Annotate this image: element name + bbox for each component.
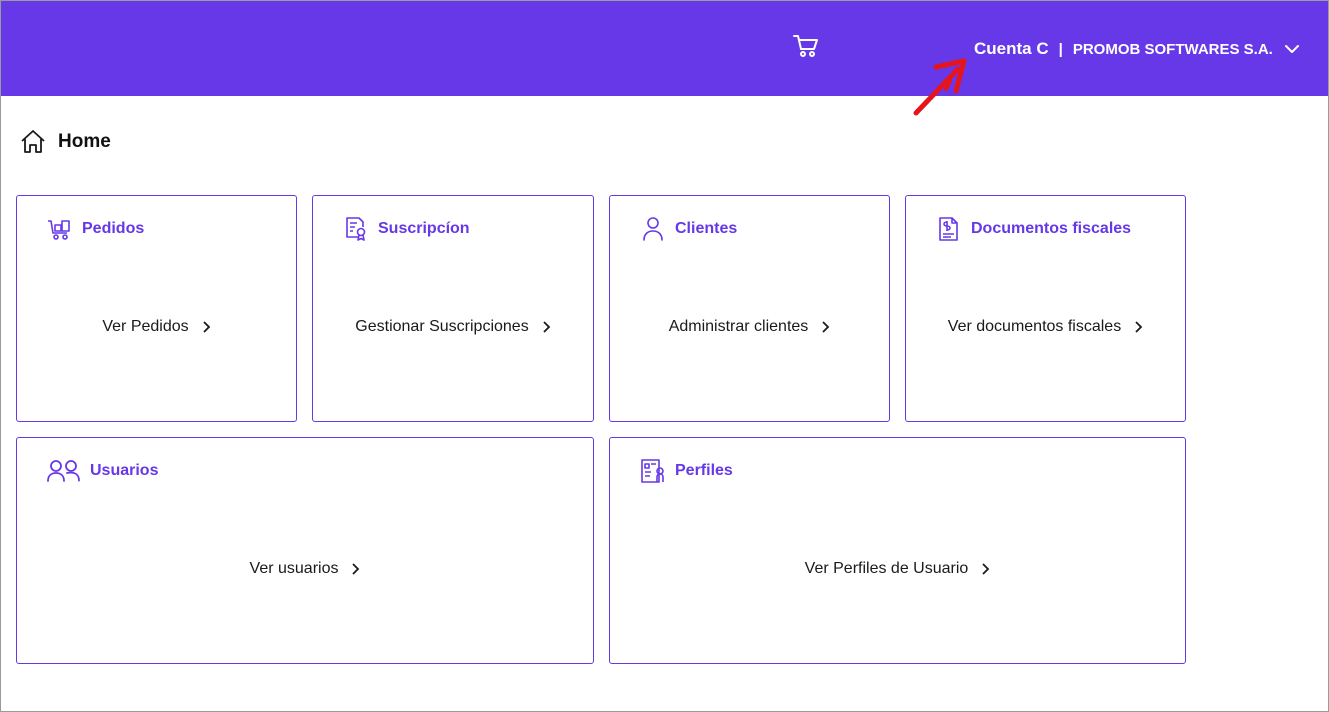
card-suscripcion: Suscripcíon Gestionar Suscripciones	[312, 195, 594, 422]
ver-pedidos-link[interactable]: Ver Pedidos	[17, 318, 296, 336]
chevron-right-icon	[1135, 321, 1143, 333]
chevron-right-icon	[543, 321, 550, 333]
card-title: Pedidos	[82, 220, 145, 237]
card-header: Clientes	[640, 216, 737, 242]
cart-icon[interactable]	[792, 33, 820, 59]
card-title: Usuarios	[90, 462, 159, 479]
page-title: Home	[58, 131, 111, 152]
profile-badge-icon	[641, 459, 664, 483]
card-link-label: Ver documentos fiscales	[947, 318, 1122, 335]
top-bar: Cuenta C | PROMOB SOFTWARES S.A.	[1, 1, 1328, 96]
home-icon[interactable]	[20, 129, 46, 155]
gestionar-suscripciones-link[interactable]: Gestionar Suscripciones	[313, 318, 593, 336]
card-title: Clientes	[675, 220, 738, 237]
card-link-label: Administrar clientes	[668, 318, 809, 335]
invoice-icon	[939, 217, 958, 241]
card-documentos-fiscales: Documentos fiscales Ver documentos fisca…	[905, 195, 1186, 422]
card-title: Suscripcíon	[378, 220, 470, 237]
card-link-label: Ver Perfiles de Usuario	[804, 560, 969, 577]
card-link-label: Ver usuarios	[249, 560, 339, 577]
chevron-right-icon	[982, 563, 990, 575]
account-name: Cuenta C	[974, 39, 1049, 58]
ver-perfiles-link[interactable]: Ver Perfiles de Usuario	[610, 560, 1185, 578]
chevron-right-icon	[822, 321, 830, 333]
red-arrow-annotation	[913, 58, 967, 116]
chevron-down-icon[interactable]	[1284, 44, 1299, 54]
user-icon	[643, 217, 663, 241]
chevron-right-icon	[352, 563, 360, 575]
card-clientes: Clientes Administrar clientes	[609, 195, 890, 422]
ver-documentos-fiscales-link[interactable]: Ver documentos fiscales	[906, 318, 1185, 336]
certificate-icon	[346, 217, 366, 241]
card-header: Documentos fiscales	[936, 216, 1131, 242]
cart-boxes-icon	[48, 220, 70, 240]
card-perfiles: Perfiles Ver Perfiles de Usuario	[609, 437, 1186, 664]
card-title: Perfiles	[675, 462, 733, 479]
card-header: Perfiles	[640, 458, 733, 484]
users-icon	[47, 460, 80, 482]
ver-usuarios-link[interactable]: Ver usuarios	[17, 560, 593, 578]
account-separator: |	[1058, 40, 1063, 58]
card-header: Suscripcíon	[343, 216, 470, 242]
account-menu[interactable]: Cuenta C | PROMOB SOFTWARES S.A.	[974, 38, 1299, 60]
breadcrumb: Home	[20, 129, 111, 155]
card-header: Pedidos	[47, 216, 144, 242]
card-pedidos: Pedidos Ver Pedidos	[16, 195, 297, 422]
company-name: PROMOB SOFTWARES S.A.	[1072, 40, 1273, 58]
card-link-label: Gestionar Suscripciones	[355, 318, 529, 335]
card-title: Documentos fiscales	[971, 220, 1132, 237]
card-usuarios: Usuarios Ver usuarios	[16, 437, 594, 664]
administrar-clientes-link[interactable]: Administrar clientes	[610, 318, 889, 336]
chevron-right-icon	[203, 321, 210, 333]
card-header: Usuarios	[47, 458, 158, 484]
card-link-label: Ver Pedidos	[102, 318, 189, 335]
